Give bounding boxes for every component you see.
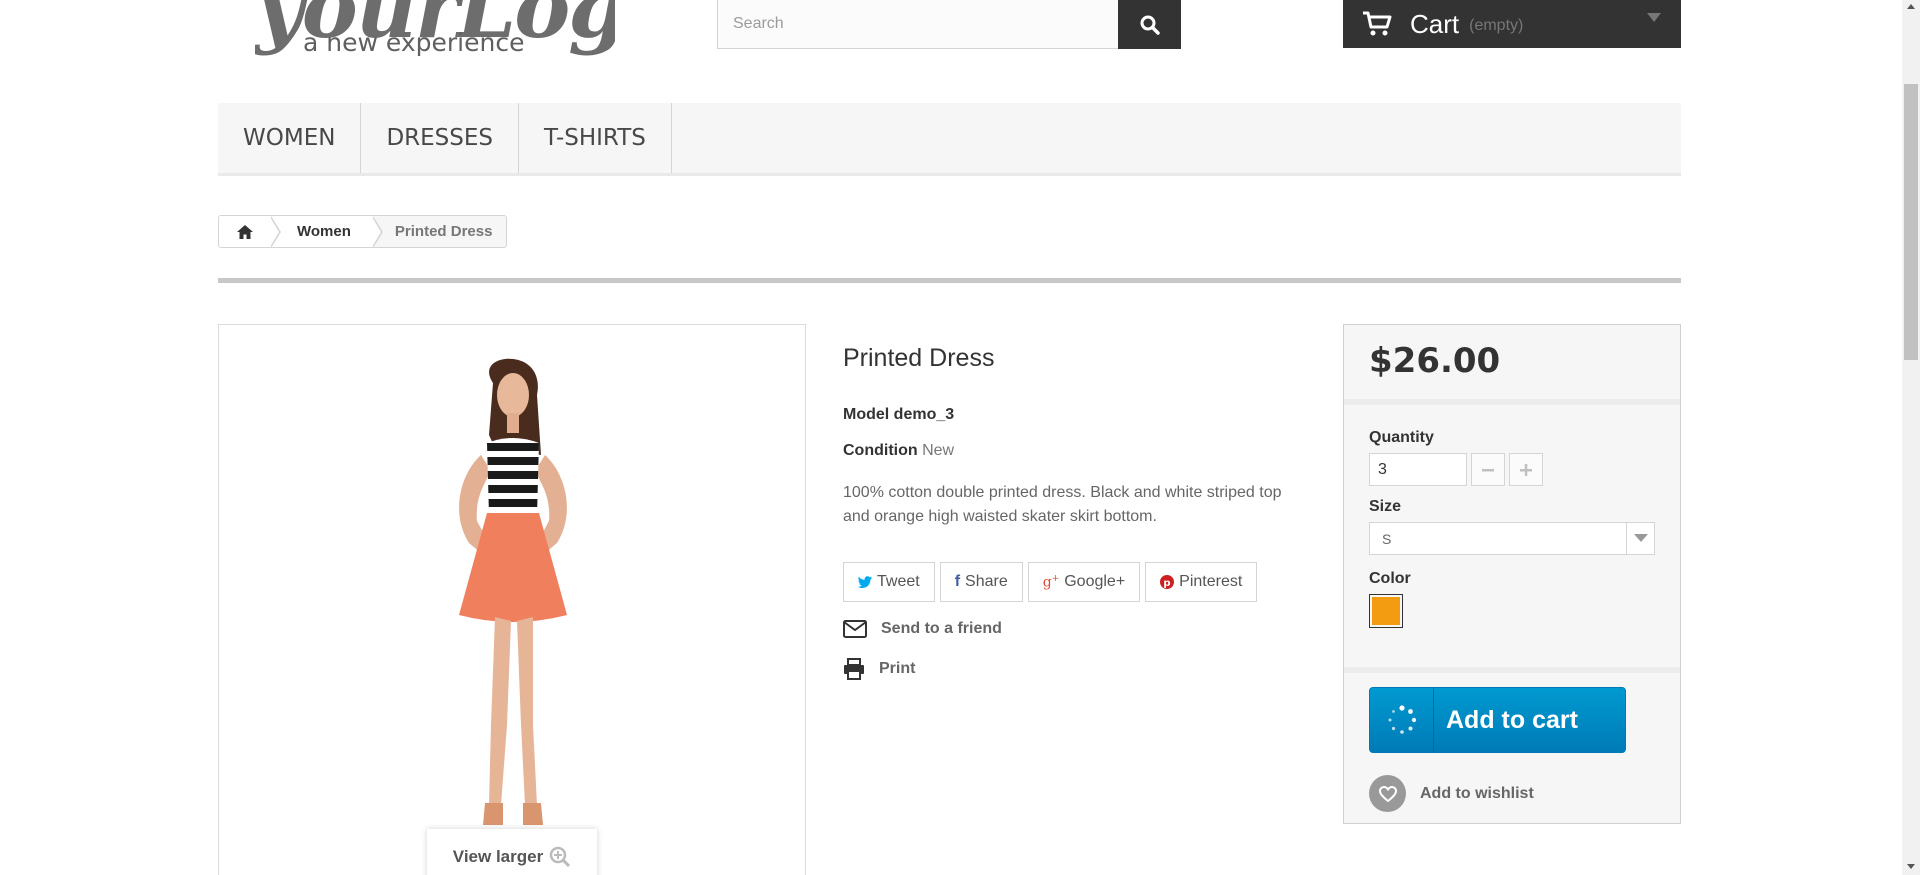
facebook-icon: f — [954, 573, 961, 590]
menu-item-women[interactable]: WOMEN — [218, 103, 362, 173]
product-description: 100% cotton double printed dress. Black … — [843, 484, 1282, 525]
envelope-icon — [843, 620, 867, 638]
add-to-wishlist-link[interactable]: Add to wishlist — [1369, 775, 1534, 812]
quantity-input[interactable] — [1369, 453, 1467, 486]
product-image[interactable]: View larger — [218, 324, 806, 875]
google-plus-button[interactable]: g+ Google+ — [1027, 562, 1141, 602]
breadcrumb-separator — [371, 216, 383, 247]
social-share: Tweet f Share g+ Google+ p Pinterest — [843, 562, 1258, 602]
menu-item-tshirts[interactable]: T-SHIRTS — [519, 103, 672, 173]
search-input[interactable] — [718, 0, 1118, 48]
menu-item-dresses[interactable]: DRESSES — [361, 103, 519, 173]
chevron-down-icon — [1647, 13, 1661, 22]
send-to-friend-link[interactable]: Send to a friend — [843, 620, 1002, 638]
search-bar — [717, 0, 1181, 49]
buy-box: $26.00 Quantity Size S Color — [1343, 324, 1681, 824]
search-icon — [1140, 15, 1160, 35]
plus-icon — [1520, 463, 1532, 476]
add-to-cart-label: Add to cart — [1446, 705, 1578, 734]
product-price: $26.00 — [1369, 341, 1501, 381]
condition-value: New — [922, 442, 955, 459]
color-label: Color — [1369, 570, 1411, 587]
model-value: demo_3 — [893, 406, 955, 423]
home-icon — [237, 224, 253, 239]
send-to-friend-label: Send to a friend — [881, 620, 1002, 637]
color-swatch-orange[interactable] — [1369, 594, 1403, 628]
breadcrumb-separator — [270, 216, 281, 247]
minus-icon — [1482, 468, 1494, 471]
main-menu: WOMEN DRESSES T-SHIRTS — [218, 103, 1681, 176]
page-scrollbar[interactable] — [1902, 0, 1920, 875]
quantity-stepper — [1369, 453, 1655, 486]
condition-label: Condition — [843, 442, 918, 459]
logo-tagline: a new experience — [303, 28, 525, 57]
twitter-icon — [858, 576, 872, 588]
size-select[interactable]: S — [1369, 522, 1655, 555]
print-label: Print — [879, 660, 916, 677]
breadcrumb: Women Printed Dress — [218, 215, 508, 248]
scrollbar-thumb[interactable] — [1904, 84, 1918, 360]
view-larger-button[interactable]: View larger — [427, 829, 597, 875]
product-title: Printed Dress — [843, 344, 995, 372]
search-button[interactable] — [1118, 0, 1181, 49]
breadcrumb-label: Printed Dress — [394, 223, 493, 240]
google-plus-label: Google+ — [1064, 573, 1126, 590]
quantity-label: Quantity — [1369, 429, 1434, 446]
price-area: $26.00 — [1344, 325, 1680, 405]
scroll-down-arrow-icon[interactable] — [1907, 864, 1915, 869]
breadcrumb-label: Women — [297, 223, 351, 240]
swatch-fill — [1372, 597, 1400, 625]
pinterest-label: Pinterest — [1179, 573, 1243, 590]
breadcrumb-item-women[interactable]: Women — [271, 216, 383, 247]
product-photo — [219, 325, 805, 875]
quantity-increase-button[interactable] — [1509, 453, 1543, 486]
scroll-up-arrow-icon[interactable] — [1907, 4, 1915, 9]
pinterest-button[interactable]: p Pinterest — [1145, 562, 1258, 602]
wishlist-label: Add to wishlist — [1420, 784, 1534, 802]
share-label: Share — [965, 573, 1008, 590]
product-options: Quantity Size S Color — [1344, 405, 1680, 673]
loading-spinner-icon — [1370, 688, 1434, 752]
add-to-cart-button[interactable]: Add to cart — [1369, 687, 1626, 753]
facebook-share-button[interactable]: f Share — [939, 562, 1023, 602]
svg-text:p: p — [1164, 578, 1171, 589]
cart-button[interactable]: Cart (empty) — [1343, 0, 1681, 48]
google-plus-icon: g+ — [1042, 573, 1060, 591]
chevron-down-icon — [1626, 523, 1654, 554]
site-logo[interactable]: yourLogo a new experience — [255, 0, 615, 70]
tweet-label: Tweet — [877, 573, 920, 590]
breadcrumb-item-current: Printed Dress — [373, 216, 507, 247]
print-link[interactable]: Print — [843, 658, 915, 680]
product-model: Model demo_3 — [843, 406, 954, 424]
breadcrumb-home[interactable] — [219, 216, 281, 247]
size-label: Size — [1369, 498, 1402, 515]
view-larger-label: View larger — [452, 847, 544, 866]
cart-status: (empty) — [1469, 17, 1524, 34]
printer-icon — [844, 658, 864, 680]
quantity-decrease-button[interactable] — [1471, 453, 1505, 486]
cart-label: Cart — [1410, 8, 1460, 39]
product-condition: Condition New — [843, 442, 954, 460]
section-divider — [218, 278, 1681, 283]
shopping-cart-icon — [1363, 11, 1392, 36]
size-selected-value: S — [1382, 530, 1392, 547]
zoom-in-icon — [549, 846, 571, 868]
model-label: Model — [843, 406, 890, 423]
tweet-button[interactable]: Tweet — [843, 562, 935, 602]
pinterest-icon: p — [1160, 575, 1175, 589]
heart-icon — [1369, 775, 1406, 812]
